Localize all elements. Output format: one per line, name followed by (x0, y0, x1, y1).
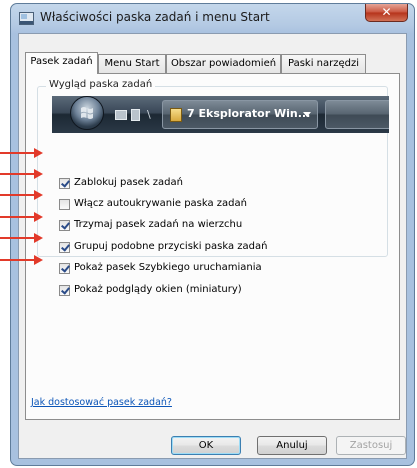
start-orb (70, 96, 104, 130)
quick-launch-label: Pokaż pasek Szybkiego uruchamiania (74, 262, 262, 273)
taskbar-properties-icon (19, 12, 34, 25)
title-bar[interactable]: Właściwości paska zadań i menu Start ✕ (11, 4, 414, 33)
tab-panel: Wygląd paska zadań \ 7 Eksplorator Win..… (25, 73, 400, 420)
close-button[interactable]: ✕ (365, 4, 408, 22)
tab-pasek-zadan[interactable]: Pasek zadań (25, 52, 98, 74)
lock-taskbar-label: Zablokuj pasek zadań (74, 177, 183, 188)
group-buttons-checkbox[interactable] (59, 242, 70, 253)
taskbar-button-explorer: 7 Eksplorator Win... (162, 100, 318, 129)
folder-icon (170, 108, 182, 122)
tab-obszar-powiadomien[interactable]: Obszar powiadomień (166, 54, 281, 73)
appearance-group-label: Wygląd paska zadań (46, 79, 156, 90)
taskbar-button-label: 7 Eksplorator Win... (187, 107, 311, 120)
window-title: Właściwości paska zadań i menu Start (40, 10, 270, 24)
ok-button[interactable]: OK (171, 436, 241, 455)
apply-button[interactable]: Zastosuj (336, 436, 406, 455)
document-icon (131, 109, 140, 121)
chevron-down-icon (303, 112, 311, 117)
dialog-client: Pasek zadań Menu Start Obszar powiadomie… (18, 33, 407, 459)
show-desktop-icon (115, 110, 127, 120)
help-link[interactable]: Jak dostosować pasek zadań? (31, 397, 172, 408)
quick-launch-checkbox[interactable] (59, 263, 70, 274)
tab-menu-start[interactable]: Menu Start (98, 54, 166, 73)
tab-paski-narzedzi[interactable]: Paski narzędzi (281, 54, 366, 73)
windows-logo-icon (81, 107, 93, 119)
window-previews-checkbox[interactable] (59, 285, 70, 296)
lock-taskbar-checkbox[interactable] (59, 178, 70, 189)
taskbar-preview: \ 7 Eksplorator Win... (52, 96, 389, 133)
always-on-top-checkbox[interactable] (59, 220, 70, 231)
always-on-top-label: Trzymaj pasek zadań na wierzchu (74, 219, 243, 230)
autohide-label: Włącz autoukrywanie paska zadań (74, 198, 247, 209)
window-previews-label: Pokaż podglądy okien (miniatury) (74, 284, 242, 295)
close-icon: ✕ (381, 5, 392, 19)
taskbar-button-partial (325, 100, 389, 129)
appearance-group: Wygląd paska zadań \ 7 Eksplorator Win..… (37, 79, 389, 257)
cancel-button[interactable]: Anuluj (257, 436, 327, 455)
quick-launch-separator: \ (147, 108, 151, 121)
group-buttons-label: Grupuj podobne przyciski paska zadań (74, 241, 268, 252)
autohide-checkbox[interactable] (59, 199, 70, 210)
